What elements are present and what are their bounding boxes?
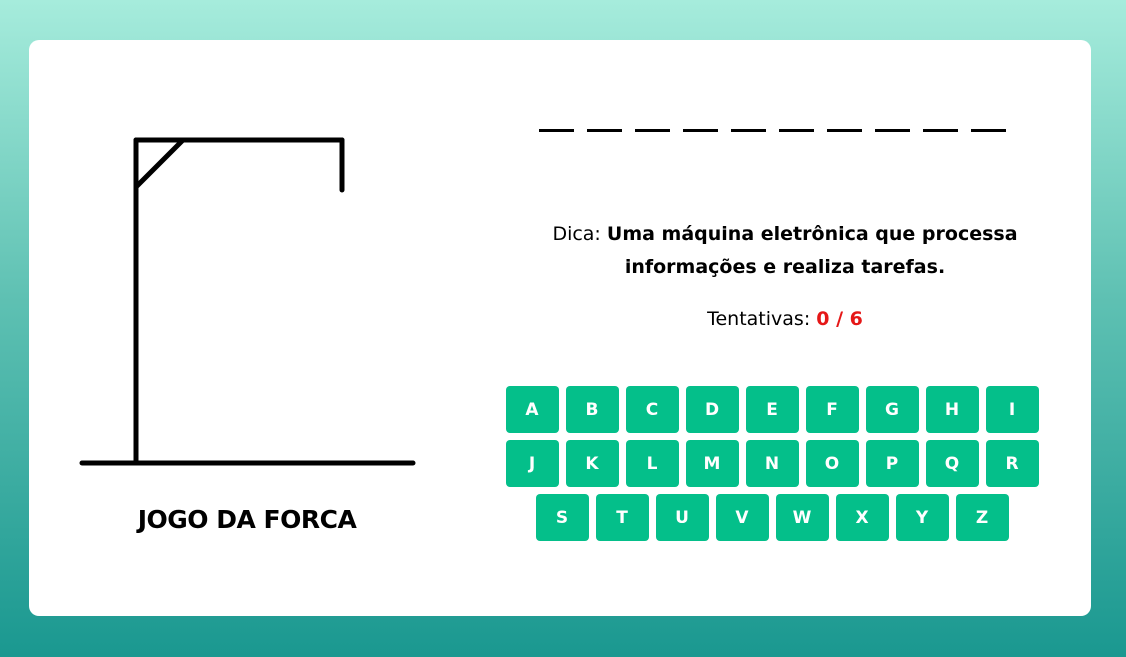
key-q[interactable]: Q	[925, 440, 979, 487]
key-c[interactable]: C	[625, 386, 679, 433]
key-d[interactable]: D	[685, 386, 739, 433]
letter-slot	[683, 102, 718, 132]
hint-text: Uma máquina eletrônica que processa info…	[606, 223, 1018, 278]
key-r[interactable]: R	[985, 440, 1039, 487]
key-x[interactable]: X	[835, 494, 889, 541]
letter-slot	[779, 102, 814, 132]
key-f[interactable]: F	[805, 386, 859, 433]
key-a[interactable]: A	[505, 386, 559, 433]
letter-slot	[923, 102, 958, 132]
key-h[interactable]: H	[925, 386, 979, 433]
key-v[interactable]: V	[715, 494, 769, 541]
key-i[interactable]: I	[985, 386, 1039, 433]
key-n[interactable]: N	[745, 440, 799, 487]
gallows-drawing	[79, 137, 416, 466]
letter-slot	[731, 102, 766, 132]
key-j[interactable]: J	[505, 440, 559, 487]
attempts-label: Tentativas:	[707, 308, 817, 330]
gallows-brace	[133, 137, 186, 190]
word-display	[539, 102, 1006, 132]
hint-label: Dica:	[552, 223, 607, 245]
key-w[interactable]: W	[775, 494, 829, 541]
letter-slot	[875, 102, 910, 132]
game-title: JOGO DA FORCA	[137, 505, 357, 534]
key-g[interactable]: G	[865, 386, 919, 433]
key-b[interactable]: B	[565, 386, 619, 433]
key-o[interactable]: O	[805, 440, 859, 487]
letter-slot	[635, 102, 670, 132]
hint: Dica: Uma máquina eletrônica que process…	[499, 218, 1071, 284]
letter-slot	[827, 102, 862, 132]
key-t[interactable]: T	[595, 494, 649, 541]
key-e[interactable]: E	[745, 386, 799, 433]
key-y[interactable]: Y	[895, 494, 949, 541]
key-s[interactable]: S	[535, 494, 589, 541]
key-k[interactable]: K	[565, 440, 619, 487]
attempts: Tentativas: 0 / 6	[499, 304, 1071, 334]
attempts-count: 0 / 6	[816, 308, 863, 330]
key-u[interactable]: U	[655, 494, 709, 541]
key-l[interactable]: L	[625, 440, 679, 487]
key-p[interactable]: P	[865, 440, 919, 487]
game-card: JOGO DA FORCA Dica: Uma máquina eletrôni…	[29, 40, 1091, 616]
key-m[interactable]: M	[685, 440, 739, 487]
key-z[interactable]: Z	[955, 494, 1009, 541]
letter-slot	[971, 102, 1006, 132]
letter-slot	[587, 102, 622, 132]
letter-slot	[539, 102, 574, 132]
letter-keyboard: A B C D E F G H I J K L M N O P Q R S T …	[505, 386, 1039, 541]
